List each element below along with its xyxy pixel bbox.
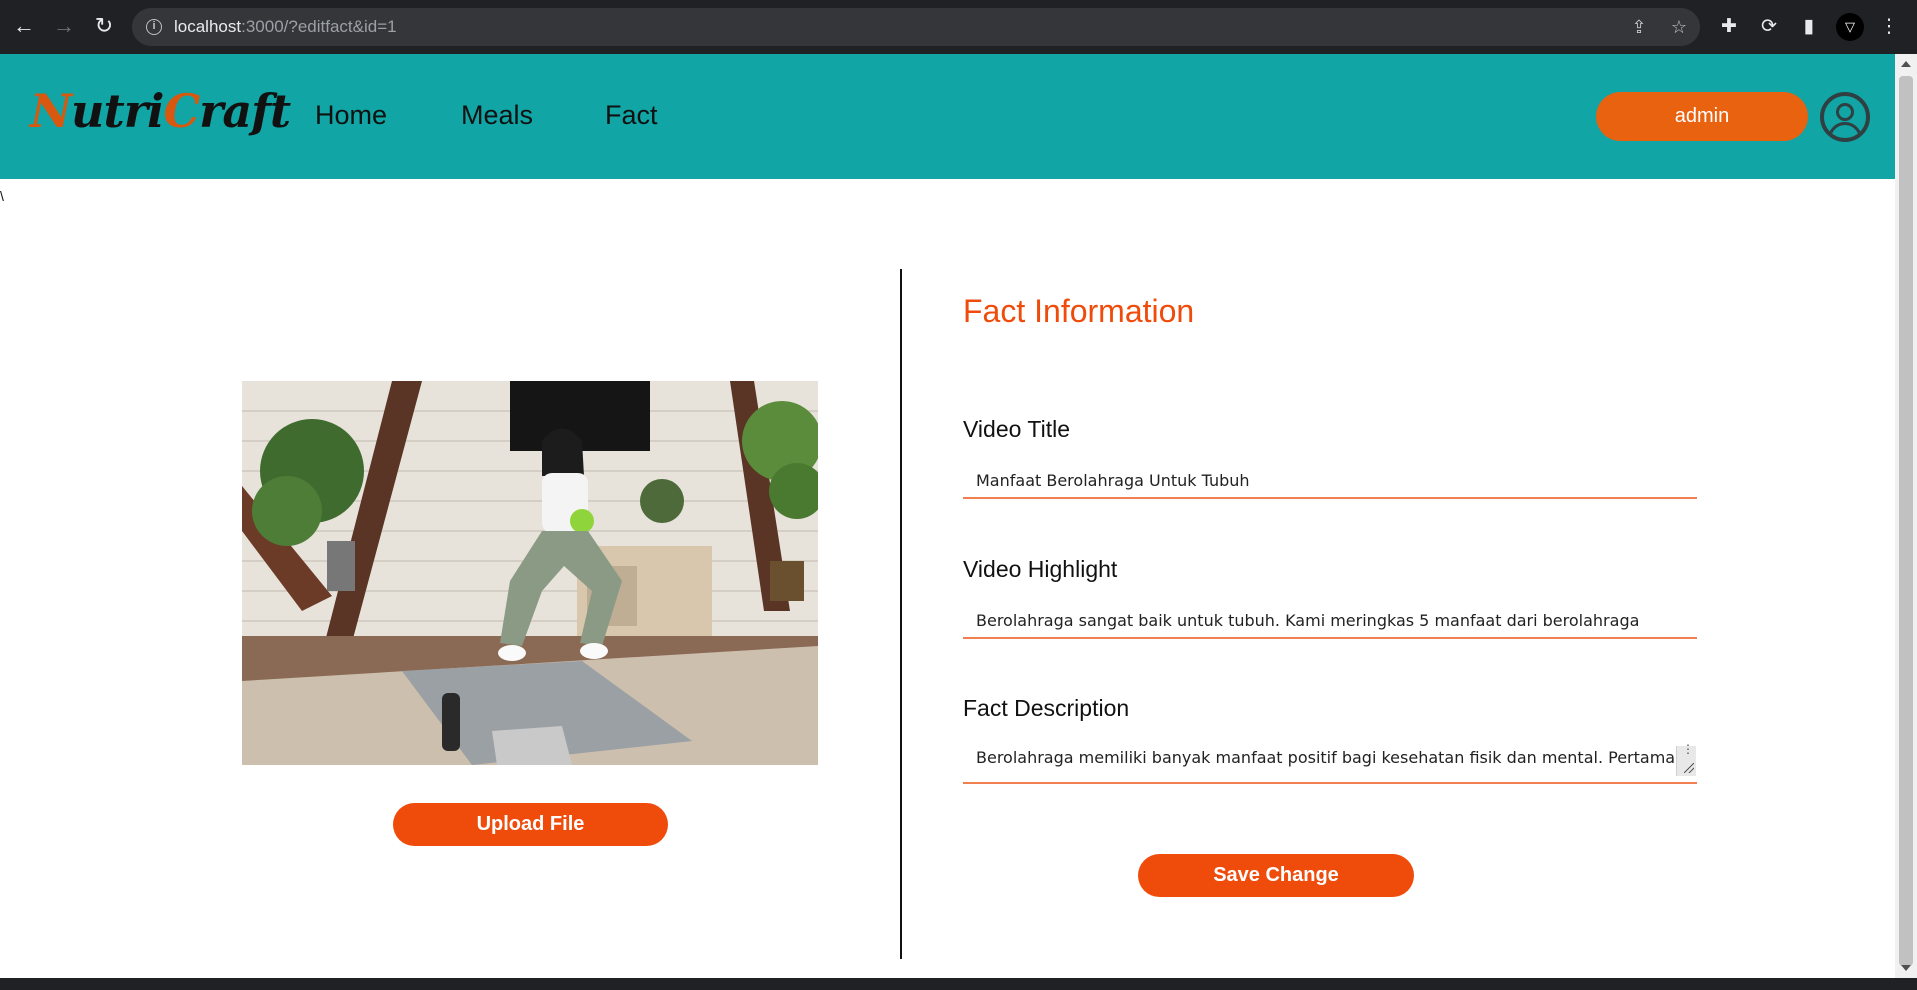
user-avatar-icon[interactable] [1820,92,1870,142]
scroll-up-arrow-icon[interactable] [1901,61,1911,67]
exercise-photo-illustration [242,381,818,765]
textarea-resize-handle[interactable] [1676,742,1696,776]
site-navbar: NutriCraft Home Meals Fact admin [0,54,1895,179]
menu-icon[interactable]: ⋮ [1876,14,1902,40]
fact-description-textarea[interactable]: Berolahraga memiliki banyak manfaat posi… [963,742,1697,784]
reload-icon[interactable]: ↻ [90,12,118,40]
scroll-down-arrow-icon[interactable] [1901,965,1911,971]
fact-information-title: Fact Information [963,293,1195,329]
bottom-bar [0,978,1917,990]
admin-button[interactable]: admin [1596,92,1808,141]
video-title-label: Video Title [963,416,1070,442]
nav-link-home[interactable]: Home [315,100,387,131]
scrollbar-thumb[interactable] [1899,76,1913,966]
avatar-body [1828,122,1862,138]
page-scrollbar[interactable] [1895,54,1917,978]
extensions-icon[interactable]: ✚ [1716,14,1742,40]
url-host: localhost [174,17,242,36]
video-highlight-label: Video Highlight [963,556,1118,582]
fact-description-label: Fact Description [963,695,1130,721]
exercise-photo [242,381,818,765]
video-title-input[interactable]: Manfaat Berolahraga Untuk Tubuh [963,465,1697,499]
logo-text-raft: raft [199,84,291,138]
star-icon[interactable]: ☆ [1668,16,1690,38]
video-highlight-input[interactable]: Berolahraga sangat baik untuk tubuh. Kam… [963,605,1697,639]
logo-letter-n: N [30,84,72,138]
save-change-button[interactable]: Save Change [1138,854,1414,897]
nav-link-fact[interactable]: Fact [605,100,658,131]
url-path: :3000/?editfact&id=1 [241,17,397,36]
logo-letter-c: C [163,84,200,138]
logo-text-utri: utri [71,84,164,138]
share-icon[interactable]: ⇪ [1628,16,1650,38]
upload-file-button[interactable]: Upload File [393,803,668,846]
forward-arrow-icon[interactable]: → [50,12,78,40]
nutricraft-logo[interactable]: NutriCraft [30,84,291,138]
browser-toolbar: ← → ↻ i localhost:3000/?editfact&id=1 ⇪ … [0,0,1917,54]
info-icon[interactable]: i [146,19,162,35]
avatar-head [1836,103,1854,121]
sync-icon[interactable]: ⟳ [1756,14,1782,40]
url-text[interactable]: localhost:3000/?editfact&id=1 [174,17,397,37]
address-bar[interactable]: i localhost:3000/?editfact&id=1 ⇪ ☆ [132,8,1700,46]
back-arrow-icon[interactable]: ← [10,12,38,40]
side-panel-icon[interactable]: ▮ [1796,14,1822,40]
stray-character: \ [0,188,4,204]
vertical-divider [900,269,902,959]
profile-icon[interactable]: ▽ [1836,13,1864,41]
nav-link-meals[interactable]: Meals [461,100,533,131]
